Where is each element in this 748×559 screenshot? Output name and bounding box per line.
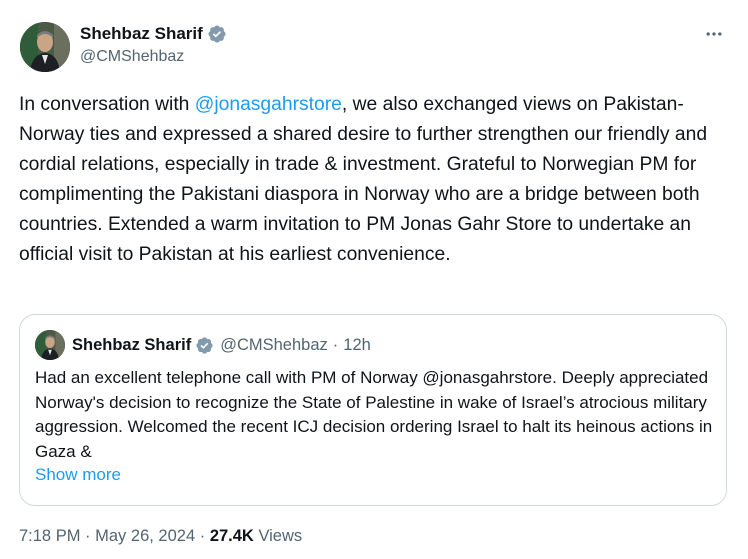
tweet-meta: 7:18 PM · May 26, 2024 · 27.4K Views xyxy=(19,527,302,546)
quote-timestamp[interactable]: 12h xyxy=(343,336,371,355)
quote-verified-badge-icon xyxy=(195,336,214,355)
verified-badge-icon[interactable] xyxy=(207,24,227,44)
author-handle[interactable]: @CMShehbaz xyxy=(80,48,184,66)
views-count: 27.4K xyxy=(209,527,254,545)
more-options-button[interactable] xyxy=(700,20,728,48)
tweet-text-start: In conversation with xyxy=(19,94,195,115)
meta-separator-2: · xyxy=(199,527,206,545)
mention-link[interactable]: @jonasgahrstore xyxy=(195,94,342,115)
quote-text: Had an excellent telephone call with PM … xyxy=(35,368,713,461)
quoted-tweet[interactable]: Shehbaz Sharif @CMShehbaz · 12h Had an e… xyxy=(19,314,727,506)
tweet-text-rest: , we also exchanged views on Pakistan-No… xyxy=(19,94,708,265)
quote-author-name[interactable]: Shehbaz Sharif xyxy=(72,336,191,355)
avatar[interactable] xyxy=(20,22,70,72)
tweet-date[interactable]: May 26, 2024 xyxy=(95,527,195,545)
quote-author-handle[interactable]: @CMShehbaz xyxy=(220,336,328,355)
author-name[interactable]: Shehbaz Sharif xyxy=(80,24,203,44)
avatar-image xyxy=(20,22,70,72)
tweet-time[interactable]: 7:18 PM xyxy=(19,527,80,545)
show-more-link[interactable]: Show more xyxy=(35,465,121,485)
more-horizontal-icon xyxy=(706,32,722,36)
tweet-text: In conversation with @jonasgahrstore, we… xyxy=(19,90,734,270)
quote-avatar[interactable] xyxy=(35,330,65,360)
quote-separator: · xyxy=(332,335,339,354)
quote-avatar-image xyxy=(35,330,65,360)
views-label: Views xyxy=(258,527,303,545)
meta-separator: · xyxy=(85,527,91,545)
